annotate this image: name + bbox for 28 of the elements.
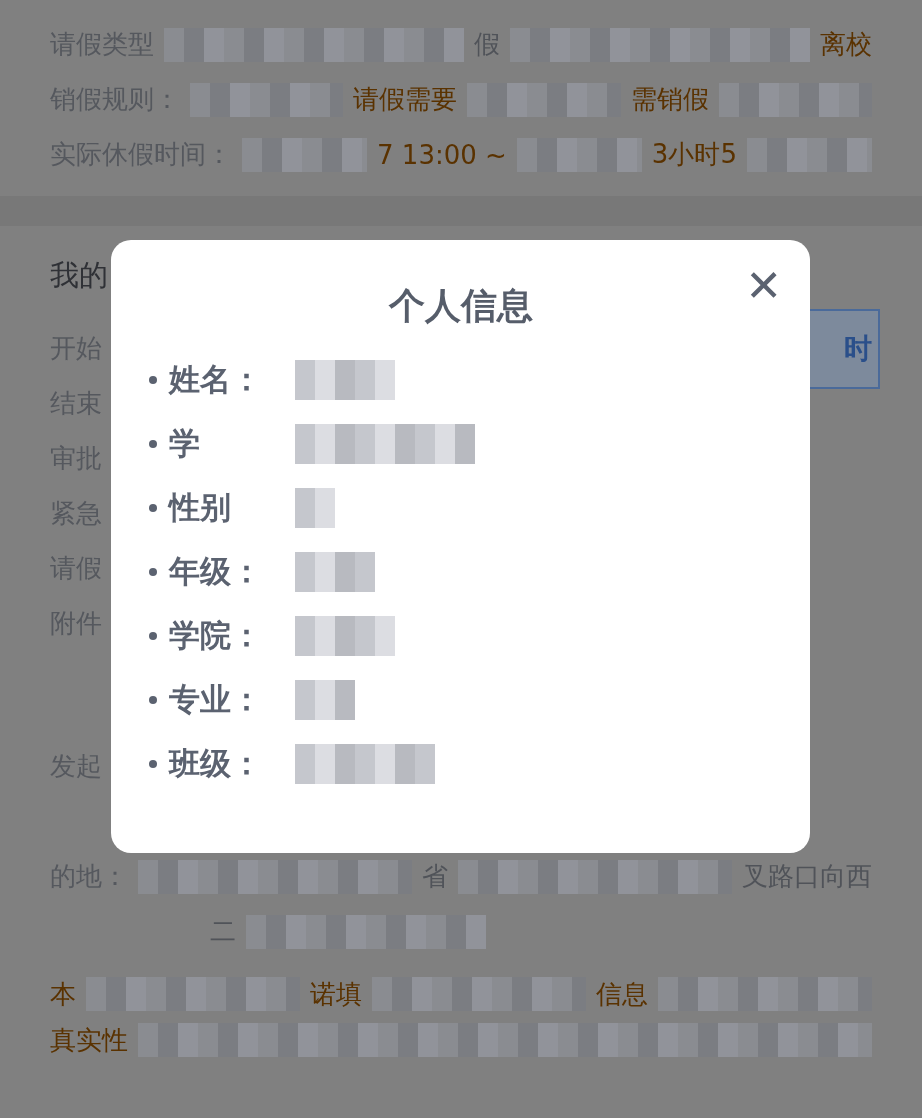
field-label: 班级：: [169, 744, 263, 783]
bullet-icon: [149, 440, 157, 448]
value-text: 7 13:00 ~: [377, 139, 507, 170]
field-label: 性别: [169, 488, 232, 527]
value-text: 3小时5: [651, 138, 737, 171]
value-text: 真实性: [50, 1023, 128, 1057]
field-label: 学院：: [169, 616, 263, 655]
redaction-block: [295, 680, 355, 720]
bullet-icon: [149, 696, 157, 704]
bullet-icon: [149, 376, 157, 384]
field-label: 学: [169, 424, 201, 463]
field-label: 姓名：: [169, 360, 263, 399]
bullet-icon: [149, 504, 157, 512]
dialog-title: 个人信息: [387, 284, 534, 328]
section-title: 我的: [50, 257, 108, 294]
value-text: 需销假: [630, 83, 709, 116]
field-label: 年级：: [169, 552, 263, 591]
value-text: 信息: [596, 977, 648, 1011]
bullet-icon: [149, 632, 157, 640]
bullet-icon: [149, 568, 157, 576]
value-text: 本: [50, 977, 76, 1011]
value-text: 请假需要: [353, 83, 458, 116]
field-label: 专业：: [169, 680, 263, 719]
bullet-icon: [149, 760, 157, 768]
value-text: 离校: [820, 28, 872, 61]
redaction-block: [295, 488, 335, 528]
close-button[interactable]: ✕: [745, 264, 782, 308]
value-text: 诺填: [310, 977, 362, 1011]
